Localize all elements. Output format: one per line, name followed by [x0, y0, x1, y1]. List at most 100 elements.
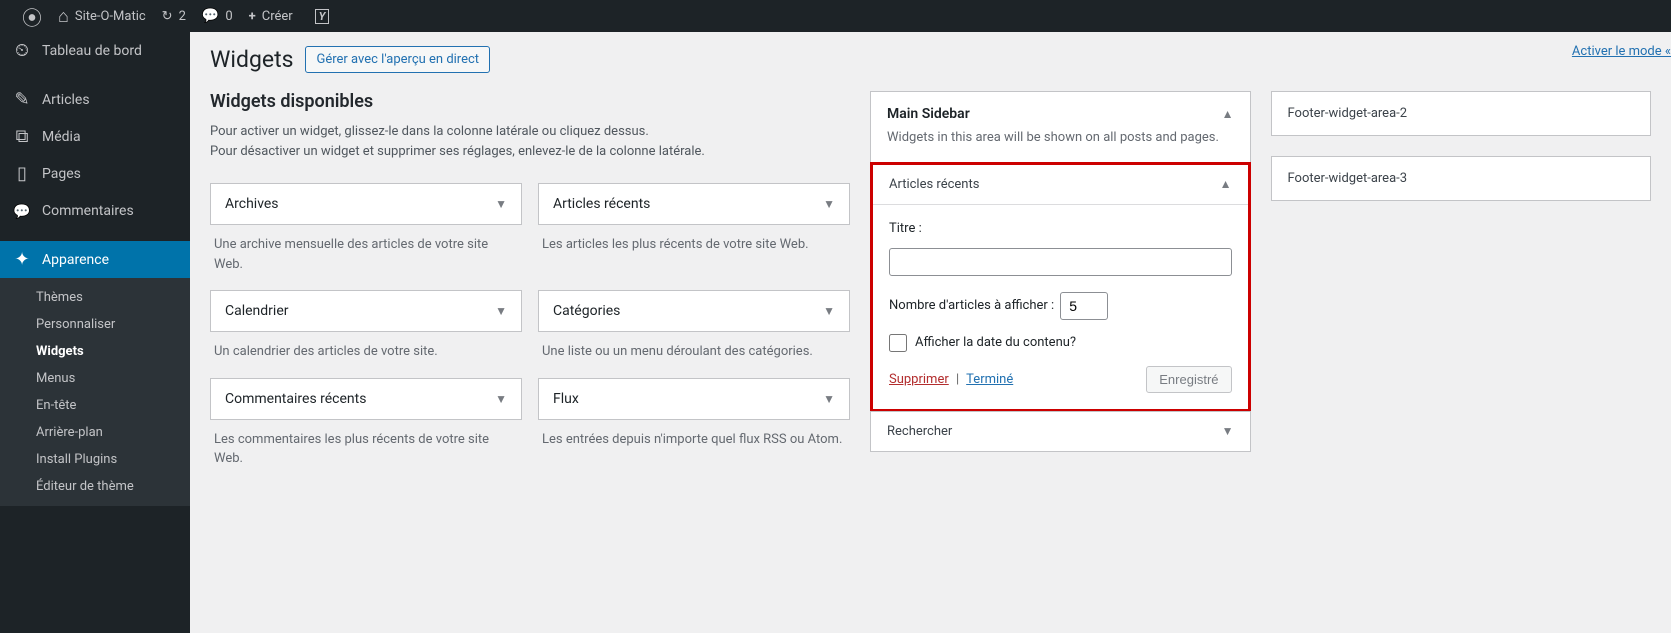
chevron-down-icon: ▼	[495, 304, 507, 318]
available-widgets-title: Widgets disponibles	[210, 91, 850, 112]
chevron-down-icon: ▼	[495, 392, 507, 406]
widget-count-row: Nombre d'articles à afficher :	[889, 292, 1232, 320]
chevron-up-icon: ▲	[1220, 177, 1232, 191]
manage-live-preview-button[interactable]: Gérer avec l'aperçu en direct	[305, 46, 490, 73]
menu-media-label: Média	[42, 129, 81, 145]
adminbar: Site-O-Matic 2 0 Créer	[0, 0, 1671, 32]
menu-comments[interactable]: Commentaires	[0, 192, 190, 229]
menu-media[interactable]: Média	[0, 118, 190, 155]
submenu-customize[interactable]: Personnaliser	[0, 311, 190, 338]
chevron-up-icon: ▲	[1222, 107, 1234, 121]
chevron-down-icon: ▼	[823, 304, 835, 318]
available-widget-item: Commentaires récents▼Les commentaires le…	[210, 378, 522, 473]
menu-comments-label: Commentaires	[42, 203, 134, 219]
available-widget-desc: Une archive mensuelle des articles de vo…	[210, 225, 522, 278]
menu-posts[interactable]: Articles	[0, 81, 190, 118]
submenu-install-plugins[interactable]: Install Plugins	[0, 446, 190, 473]
media-icon	[10, 126, 34, 147]
available-widget-name: Calendrier	[225, 303, 289, 319]
wordpress-icon	[22, 2, 42, 31]
submenu-themes[interactable]: Thèmes	[0, 284, 190, 311]
available-widget-chip[interactable]: Articles récents ▼	[538, 183, 850, 225]
submenu-background[interactable]: Arrière-plan	[0, 419, 190, 446]
widget-done-link[interactable]: Terminé	[966, 372, 1013, 387]
plus-icon	[249, 9, 256, 24]
available-widget-chip[interactable]: Commentaires récents▼	[210, 378, 522, 420]
adminbar-yoast[interactable]	[301, 0, 338, 32]
sidebar-footer-2: Footer-widget-area-2	[1271, 91, 1652, 136]
menu-pages[interactable]: Pages	[0, 155, 190, 192]
adminbar-site-name[interactable]: Site-O-Matic	[50, 0, 154, 32]
available-widget-desc: Une liste ou un menu déroulant des catég…	[538, 332, 850, 366]
adminbar-comments[interactable]: 0	[194, 0, 241, 32]
sidebar-footer-3-header[interactable]: Footer-widget-area-3	[1272, 157, 1651, 200]
separator: |	[956, 372, 959, 387]
available-widget-chip[interactable]: Calendrier ▼	[210, 290, 522, 332]
menu-appearance[interactable]: Apparence	[0, 241, 190, 278]
sidebar-main-desc: Widgets in this area will be shown on al…	[887, 128, 1234, 148]
menu-pages-label: Pages	[42, 166, 81, 182]
available-widget-chip[interactable]: Catégories▼	[538, 290, 850, 332]
sidebar-main-title: Main Sidebar	[887, 106, 970, 122]
available-widget-name: Articles récents	[553, 196, 650, 212]
available-widget-desc: Les commentaires les plus récents de vot…	[210, 420, 522, 473]
widget-search-title: Rechercher	[887, 424, 952, 439]
submenu-menus[interactable]: Menus	[0, 365, 190, 392]
widget-search-toggle[interactable]: Rechercher ▼	[871, 412, 1250, 451]
widget-title-label: Titre :	[889, 221, 1232, 236]
widget-action-links: Supprimer | Terminé	[889, 372, 1013, 387]
gauge-icon	[10, 40, 34, 61]
pin-icon	[10, 89, 34, 110]
adminbar-wp-logo[interactable]	[8, 0, 50, 32]
widget-showdate-label: Afficher la date du contenu?	[915, 335, 1076, 350]
menu-dashboard[interactable]: Tableau de bord	[0, 32, 190, 69]
updates-count: 2	[179, 9, 186, 24]
adminbar-updates[interactable]: 2	[154, 0, 194, 32]
chevron-down-icon: ▼	[823, 197, 835, 211]
available-widget-item: Archives ▼ Une archive mensuelle des artic…	[210, 183, 522, 278]
widget-count-input[interactable]	[1060, 292, 1108, 320]
menu-dashboard-label: Tableau de bord	[42, 43, 142, 59]
accessibility-mode-link[interactable]: Activer le mode «	[1572, 44, 1671, 59]
admin-menu: Tableau de bord Articles Média Pages Com…	[0, 32, 190, 633]
new-label: Créer	[262, 9, 293, 24]
submenu-header[interactable]: En-tête	[0, 392, 190, 419]
available-widget-chip[interactable]: Archives ▼	[210, 183, 522, 225]
site-name-label: Site-O-Matic	[75, 9, 146, 24]
widget-saved-button[interactable]: Enregistré	[1146, 366, 1231, 393]
adminbar-new[interactable]: Créer	[241, 0, 301, 32]
available-widget-desc: Un calendrier des articles de votre site…	[210, 332, 522, 366]
widget-count-label: Nombre d'articles à afficher :	[889, 298, 1054, 313]
widget-showdate-row: Afficher la date du contenu?	[889, 334, 1232, 352]
available-widget-name: Archives	[225, 196, 279, 212]
widget-title-input[interactable]	[889, 248, 1232, 276]
available-widget-item: Articles récents ▼ Les articles les plus r…	[538, 183, 850, 278]
available-widgets-column: Widgets disponibles Pour activer un widg…	[210, 91, 850, 473]
available-widgets-desc: Pour activer un widget, glissez-le dans …	[210, 122, 850, 161]
available-widget-chip[interactable]: Flux ▼	[538, 378, 850, 420]
refresh-icon	[162, 9, 173, 24]
sidebar-main: Main Sidebar ▲ Widgets in this area will…	[870, 91, 1251, 452]
widget-showdate-checkbox[interactable]	[889, 334, 907, 352]
submenu-editor[interactable]: Éditeur de thème	[0, 473, 190, 500]
sidebar-footer-2-header[interactable]: Footer-widget-area-2	[1272, 92, 1651, 135]
sidebar-main-header[interactable]: Main Sidebar ▲ Widgets in this area will…	[871, 92, 1250, 162]
comment-icon	[10, 200, 34, 221]
menu-appearance-label: Apparence	[42, 252, 109, 268]
widget-delete-link[interactable]: Supprimer	[889, 372, 949, 387]
widget-recent-posts-toggle[interactable]: Articles récents ▲	[873, 165, 1248, 205]
brush-icon	[10, 249, 34, 270]
submenu-widgets[interactable]: Widgets	[0, 338, 190, 365]
chevron-down-icon: ▼	[1222, 424, 1234, 438]
chevron-down-icon: ▼	[495, 197, 507, 211]
available-widget-desc: Les articles les plus récents de votre s…	[538, 225, 850, 259]
page-title: Widgets	[210, 46, 293, 73]
available-widget-name: Flux	[553, 391, 579, 407]
available-widget-item: Calendrier ▼ Un calendrier des articles de…	[210, 290, 522, 366]
chevron-down-icon: ▼	[823, 392, 835, 406]
menu-posts-label: Articles	[42, 92, 90, 108]
sidebar-footer-2-title: Footer-widget-area-2	[1288, 106, 1408, 121]
widget-search: Rechercher ▼	[870, 411, 1251, 452]
available-widget-desc: Les entrées depuis n'importe quel flux R…	[538, 420, 850, 454]
page-icon	[10, 163, 34, 184]
